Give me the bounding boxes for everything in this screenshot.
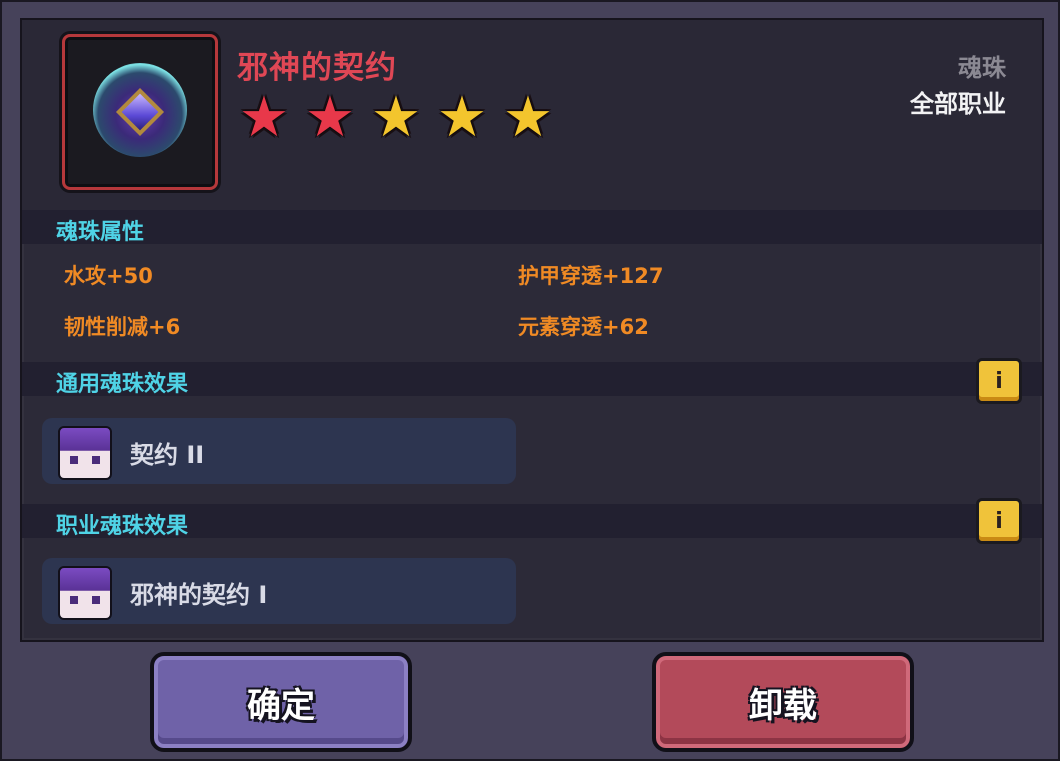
unequip-button[interactable]: 卸载	[652, 652, 914, 752]
character-avatar	[58, 426, 112, 480]
general-effect-label: 契约 II	[130, 441, 205, 469]
general-effect-info-button[interactable]: i	[976, 358, 1022, 404]
character-avatar	[58, 566, 112, 620]
attribute-toughness-reduction: 韧性削减+6	[64, 315, 181, 339]
class-effect-section-header: 职业魂珠效果	[22, 504, 1042, 539]
star-icon: ★	[304, 85, 356, 150]
attribute-water-attack: 水攻+50	[64, 264, 153, 288]
class-effect-label: 邪神的契约 I	[130, 581, 268, 609]
item-name: 邪神的契约	[237, 50, 397, 86]
star-icon: ★	[436, 85, 488, 150]
confirm-button[interactable]: 确定	[150, 652, 412, 752]
class-effect-item[interactable]: 邪神的契约 I	[42, 558, 516, 624]
dialog-frame: 邪神的契约 ★ ★ ★ ★ ★ 魂珠 全部职业 魂珠属性 水攻+50 护甲穿透+…	[0, 0, 1060, 761]
item-class: 全部职业	[910, 90, 1006, 118]
attributes-title: 魂珠属性	[56, 220, 145, 245]
attributes-section-header: 魂珠属性	[22, 210, 1042, 245]
class-effect-title: 职业魂珠效果	[56, 514, 189, 539]
star-icon: ★	[238, 85, 290, 150]
item-header: 邪神的契约 ★ ★ ★ ★ ★ 魂珠 全部职业	[22, 20, 1042, 210]
info-icon: i	[995, 508, 1003, 534]
general-effect-item[interactable]: 契约 II	[42, 418, 516, 484]
info-icon: i	[995, 368, 1003, 394]
star-icon: ★	[502, 85, 554, 150]
general-effect-section-header: 通用魂珠效果	[22, 362, 1042, 397]
item-type: 魂珠	[958, 54, 1006, 82]
attribute-armor-penetration: 护甲穿透+127	[518, 264, 664, 288]
item-icon-frame	[62, 34, 218, 190]
class-effect-info-button[interactable]: i	[976, 498, 1022, 544]
gem-icon	[121, 93, 159, 131]
star-icon: ★	[370, 85, 422, 150]
general-effect-title: 通用魂珠效果	[56, 372, 189, 397]
soul-orb-icon	[93, 63, 187, 157]
item-detail-panel: 邪神的契约 ★ ★ ★ ★ ★ 魂珠 全部职业 魂珠属性 水攻+50 护甲穿透+…	[20, 18, 1044, 642]
attribute-element-penetration: 元素穿透+62	[518, 315, 649, 339]
star-rating: ★ ★ ★ ★ ★	[235, 90, 557, 146]
